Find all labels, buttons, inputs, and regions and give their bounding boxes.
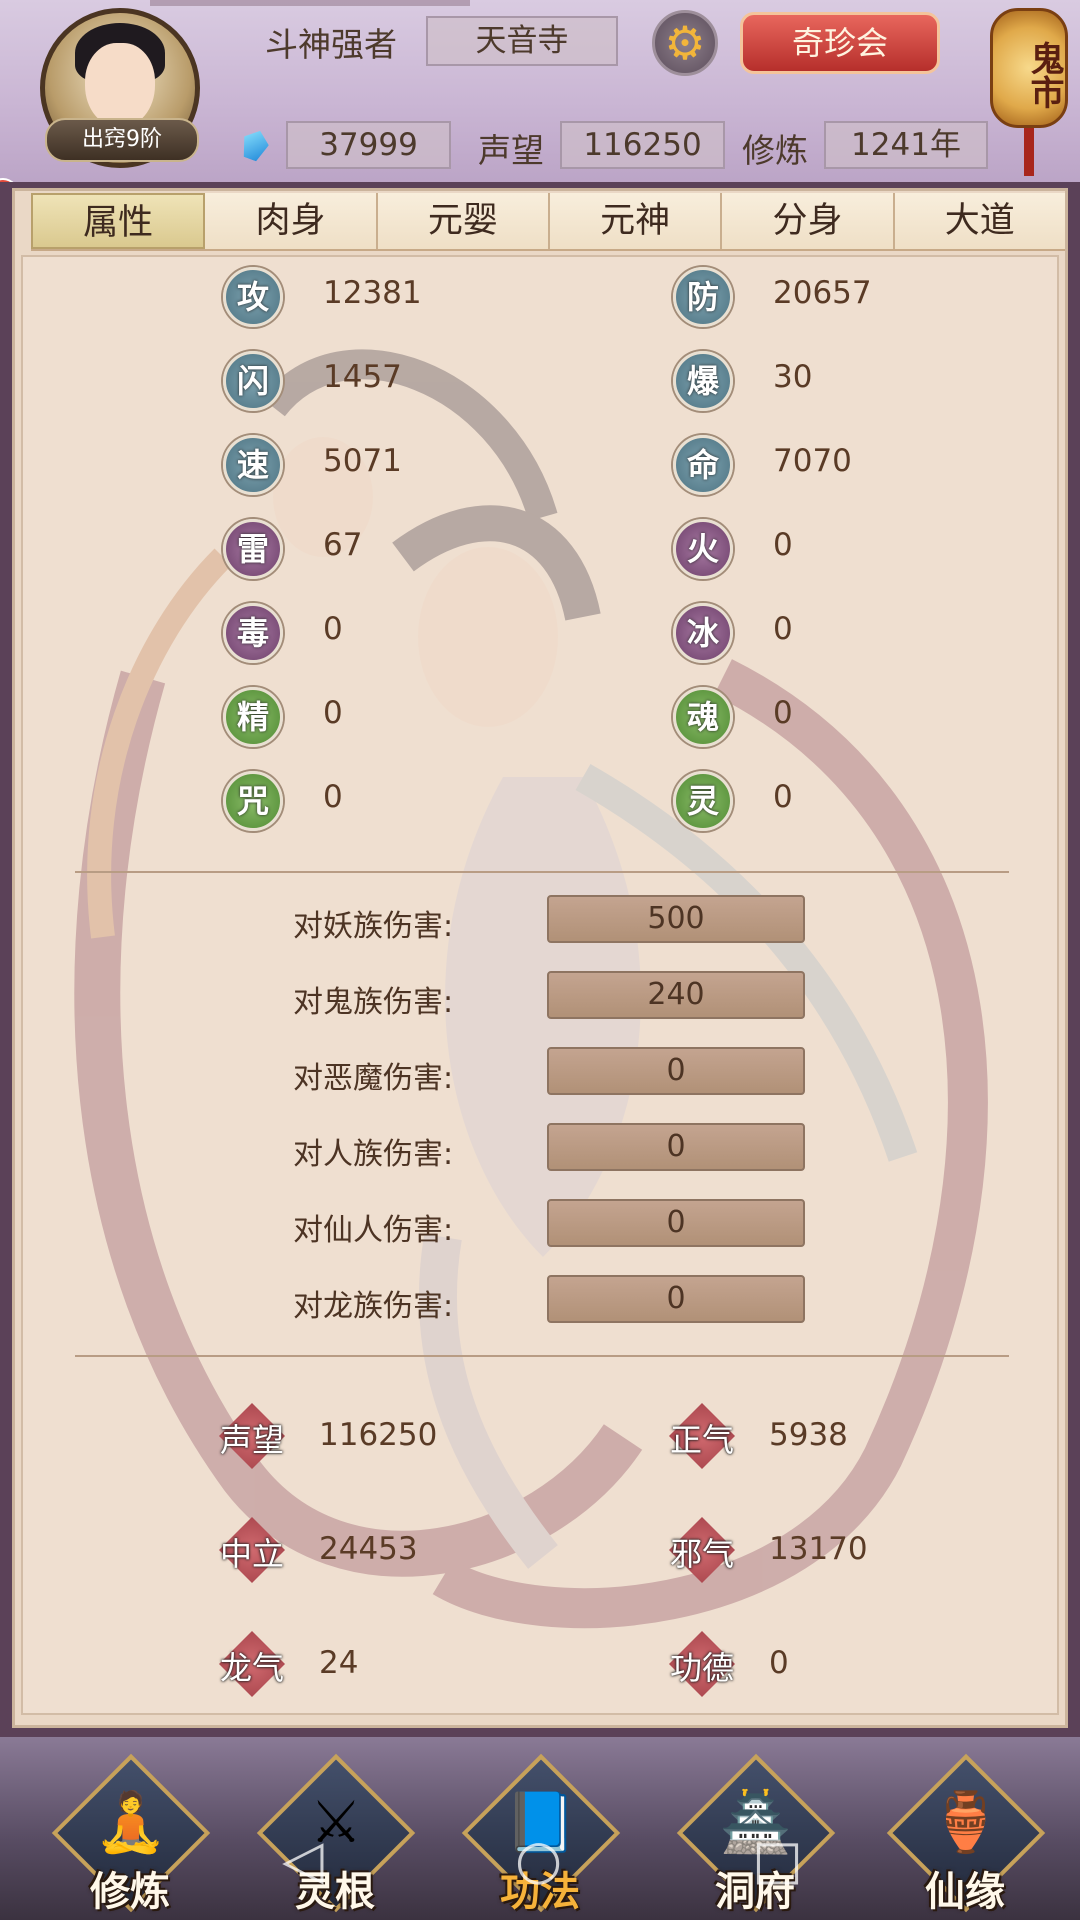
soul-value: 0 (773, 695, 793, 731)
lantern-tassel (1024, 128, 1034, 176)
speed-icon: 速 (223, 435, 283, 495)
reputation-value: 116250 (560, 121, 725, 169)
damage-row: 对仙人伤害: 0 (23, 1199, 1057, 1251)
poison-icon: 毒 (223, 603, 283, 663)
damage-label: 对妖族伤害: (293, 909, 454, 944)
fire-icon: 火 (673, 519, 733, 579)
treasure-fair-button[interactable]: 奇珍会 (740, 12, 940, 74)
attack-value: 12381 (323, 275, 422, 311)
rep-value: 24 (319, 1645, 359, 1681)
rank-badge: 出窍9阶 (45, 118, 199, 162)
rep-label: 声望 (219, 1421, 284, 1459)
soul-icon: 魂 (673, 687, 733, 747)
attribute-panel: 属性 肉身 元婴 元神 分身 大道 攻 12381 闪 1457 速 5071 … (12, 188, 1068, 1728)
spirit-icon: 灵 (673, 771, 733, 831)
player-title: 斗神强者 (265, 25, 397, 64)
tab-clone[interactable]: 分身 (722, 193, 895, 249)
damage-value: 0 (547, 1275, 805, 1323)
life-icon: 命 (673, 435, 733, 495)
nav-cultivation[interactable]: 🧘 修炼 (51, 1753, 211, 1917)
tab-attributes[interactable]: 属性 (31, 193, 206, 249)
damage-row: 对妖族伤害: 500 (23, 895, 1057, 947)
damage-value: 500 (547, 895, 805, 943)
damage-label: 对人族伤害: (293, 1137, 454, 1172)
rep-value: 24453 (319, 1531, 418, 1567)
rep-label: 功德 (669, 1649, 734, 1687)
gem-icon (238, 126, 273, 163)
rep-label: 邪气 (669, 1535, 734, 1573)
critical-icon: 爆 (673, 351, 733, 411)
damage-label: 对恶魔伤害: (293, 1061, 454, 1096)
tab-primordial-spirit[interactable]: 元神 (550, 193, 723, 249)
tab-dao[interactable]: 大道 (895, 193, 1065, 249)
defense-icon: 防 (673, 267, 733, 327)
rep-value: 13170 (769, 1531, 868, 1567)
reputation-label: 声望 (478, 131, 544, 170)
critical-value: 30 (773, 359, 813, 395)
fire-value: 0 (773, 527, 793, 563)
top-bar: 出窍9阶 斗神强者 天音寺 ⚙ 奇珍会 鬼市 37999 声望 116250 修… (0, 0, 1080, 216)
home-icon[interactable]: ○ (515, 1828, 562, 1891)
rep-label: 中立 (219, 1535, 284, 1573)
rep-label: 龙气 (219, 1649, 284, 1687)
spirit-value: 0 (773, 779, 793, 815)
rep-value: 0 (769, 1645, 789, 1681)
nav-label: 修炼 (90, 1868, 170, 1915)
panel-frame: 属性 肉身 元婴 元神 分身 大道 攻 12381 闪 1457 速 5071 … (0, 182, 1080, 1737)
damage-value: 240 (547, 971, 805, 1019)
divider (75, 871, 1009, 873)
monk-icon: 🧘 (94, 1788, 168, 1856)
damage-label: 对仙人伤害: (293, 1213, 454, 1248)
tab-bar: 属性 肉身 元婴 元神 分身 大道 (31, 193, 1065, 251)
cultivation-value: 1241年 (824, 121, 988, 169)
ghost-market-button[interactable]: 鬼市 (990, 0, 1070, 176)
sect-name: 天音寺 (426, 16, 618, 66)
curse-icon: 咒 (223, 771, 283, 831)
damage-value: 0 (547, 1199, 805, 1247)
attack-icon: 攻 (223, 267, 283, 327)
settings-button[interactable]: ⚙ (652, 10, 718, 76)
damage-row: 对人族伤害: 0 (23, 1123, 1057, 1175)
gear-icon: ⚙ (664, 16, 706, 70)
essence-icon: 精 (223, 687, 283, 747)
nav-immortal-fate[interactable]: 🏺 仙缘 (886, 1753, 1046, 1917)
lantern-icon: 鬼市 (990, 8, 1068, 128)
tab-nascent-soul[interactable]: 元婴 (378, 193, 550, 249)
dodge-value: 1457 (323, 359, 402, 395)
damage-value: 0 (547, 1123, 805, 1171)
damage-row: 对龙族伤害: 0 (23, 1275, 1057, 1327)
rep-value: 116250 (319, 1417, 438, 1453)
damage-value: 0 (547, 1047, 805, 1095)
damage-row: 对恶魔伤害: 0 (23, 1047, 1057, 1099)
tab-body[interactable]: 肉身 (205, 193, 378, 249)
curse-value: 0 (323, 779, 343, 815)
speed-value: 5071 (323, 443, 402, 479)
rep-label: 正气 (669, 1421, 734, 1459)
ice-icon: 冰 (673, 603, 733, 663)
gourd-icon: 🏺 (929, 1788, 1003, 1856)
cultivation-label: 修炼 (742, 131, 808, 170)
recents-icon[interactable]: □ (752, 1828, 803, 1891)
gems-value: 37999 (286, 121, 451, 169)
thunder-icon: 雷 (223, 519, 283, 579)
back-icon[interactable]: ◁ (282, 1828, 324, 1891)
rep-value: 5938 (769, 1417, 848, 1453)
avatar-face (85, 43, 155, 128)
life-value: 7070 (773, 443, 852, 479)
thunder-value: 67 (323, 527, 363, 563)
damage-row: 对鬼族伤害: 240 (23, 971, 1057, 1023)
damage-label: 对鬼族伤害: (293, 985, 454, 1020)
damage-label: 对龙族伤害: (293, 1289, 454, 1324)
dodge-icon: 闪 (223, 351, 283, 411)
poison-value: 0 (323, 611, 343, 647)
essence-value: 0 (323, 695, 343, 731)
attribute-content: 攻 12381 闪 1457 速 5071 雷 67 毒 0 精 0 咒 0 防… (21, 255, 1059, 1715)
defense-value: 20657 (773, 275, 872, 311)
divider (75, 1355, 1009, 1357)
nav-label: 仙缘 (925, 1868, 1005, 1915)
ice-value: 0 (773, 611, 793, 647)
